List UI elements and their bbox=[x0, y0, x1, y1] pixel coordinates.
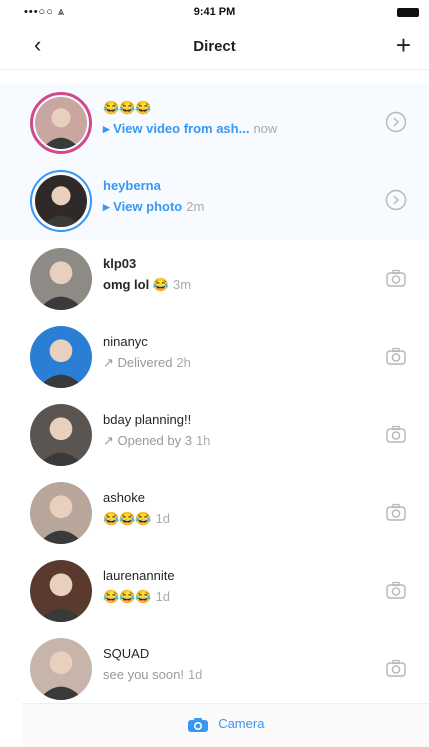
camera-icon[interactable] bbox=[385, 579, 407, 601]
preview-text: 😂😂😂 bbox=[103, 589, 152, 604]
camera-label: Camera bbox=[218, 716, 265, 731]
thread-preview: ▸ View photo 2m bbox=[103, 199, 373, 215]
thread-text: laurenannite 😂😂😂 1d bbox=[103, 568, 373, 605]
thread-text: ashoke 😂😂😂 1d bbox=[103, 490, 373, 527]
thread-text: 😂😂😂 ▸ View video from ash... now bbox=[103, 100, 373, 137]
camera-icon[interactable] bbox=[385, 423, 407, 445]
thread-text: ninanyc ↗ Delivered 2h bbox=[103, 334, 373, 371]
thread-time: 1d bbox=[155, 511, 171, 526]
thread-preview: ↗ Delivered 2h bbox=[103, 355, 373, 371]
preview-text: see you soon! bbox=[103, 667, 184, 682]
avatar[interactable] bbox=[30, 560, 92, 622]
camera-icon[interactable] bbox=[385, 267, 407, 289]
thread-text: heyberna ▸ View photo 2m bbox=[103, 178, 373, 215]
avatar-image bbox=[30, 248, 92, 310]
thread-name: heyberna bbox=[103, 178, 161, 193]
status-bar: •••○○ ⩓ 9:41 PM bbox=[0, 0, 429, 22]
avatar[interactable] bbox=[30, 326, 92, 388]
thread-time: 1h bbox=[195, 433, 211, 448]
thread-preview: see you soon! 1d bbox=[103, 667, 373, 682]
thread-text: klp03 omg lol 😂 3m bbox=[103, 256, 373, 293]
avatar-image bbox=[35, 97, 87, 149]
thread-name: SQUAD bbox=[103, 646, 150, 661]
thread-name: laurenannite bbox=[103, 568, 175, 583]
thread-preview: omg lol 😂 3m bbox=[103, 277, 373, 293]
thread-time: 1d bbox=[155, 589, 171, 604]
camera-icon[interactable] bbox=[385, 345, 407, 367]
thread-time: now bbox=[253, 121, 278, 136]
battery-icon bbox=[397, 8, 419, 17]
new-message-icon[interactable]: + bbox=[396, 32, 411, 58]
thread-name: ninanyc bbox=[103, 334, 148, 349]
thread-row[interactable]: 😂😂😂 ▸ View video from ash... now bbox=[0, 84, 429, 162]
page-title: Direct bbox=[193, 38, 236, 55]
thread-name: ashoke bbox=[103, 490, 145, 505]
thread-row[interactable]: ninanyc ↗ Delivered 2h bbox=[0, 318, 429, 396]
thread-preview: 😂😂😂 1d bbox=[103, 589, 373, 605]
camera-icon bbox=[187, 717, 209, 733]
reply-icon[interactable] bbox=[385, 189, 407, 211]
avatar-image bbox=[30, 404, 92, 466]
thread-preview: 😂😂😂 1d bbox=[103, 511, 373, 527]
thread-name: 😂😂😂 bbox=[103, 100, 152, 115]
nav-bar: ‹ Direct + bbox=[0, 22, 429, 70]
avatar[interactable] bbox=[30, 638, 92, 700]
thread-name: klp03 bbox=[103, 256, 137, 271]
avatar-image bbox=[30, 326, 92, 388]
avatar[interactable] bbox=[30, 404, 92, 466]
thread-text: SQUAD see you soon! 1d bbox=[103, 646, 373, 682]
preview-text: omg lol 😂 bbox=[103, 277, 170, 292]
thread-text: bday planning!! ↗ Opened by 3 1h bbox=[103, 412, 373, 449]
avatar[interactable] bbox=[30, 170, 92, 232]
thread-time: 1d bbox=[187, 667, 203, 682]
thread-preview: ▸ View video from ash... now bbox=[103, 121, 373, 137]
preview-text: ↗ Delivered bbox=[103, 355, 173, 370]
avatar[interactable] bbox=[30, 482, 92, 544]
camera-button[interactable]: Camera bbox=[22, 716, 429, 733]
reply-icon[interactable] bbox=[385, 111, 407, 133]
preview-text: 😂😂😂 bbox=[103, 511, 152, 526]
thread-name: bday planning!! bbox=[103, 412, 192, 427]
preview-text: ▸ View photo bbox=[103, 199, 183, 214]
camera-icon[interactable] bbox=[385, 657, 407, 679]
preview-text: ↗ Opened by 3 bbox=[103, 433, 192, 448]
avatar-image bbox=[35, 175, 87, 227]
thread-row[interactable]: klp03 omg lol 😂 3m bbox=[0, 240, 429, 318]
thread-row[interactable]: laurenannite 😂😂😂 1d bbox=[0, 552, 429, 630]
thread-time: 2h bbox=[176, 355, 191, 370]
thread-row[interactable]: ashoke 😂😂😂 1d bbox=[0, 474, 429, 552]
thread-time: 3m bbox=[173, 277, 192, 292]
thread-row[interactable]: heyberna ▸ View photo 2m bbox=[0, 162, 429, 240]
bottom-bar: Camera bbox=[22, 703, 429, 747]
preview-text: ▸ View video from ash... bbox=[103, 121, 250, 136]
thread-row[interactable]: SQUAD see you soon! 1d bbox=[0, 630, 429, 708]
avatar[interactable] bbox=[30, 248, 92, 310]
avatar-image bbox=[30, 560, 92, 622]
thread-preview: ↗ Opened by 3 1h bbox=[103, 433, 373, 449]
camera-icon[interactable] bbox=[385, 501, 407, 523]
avatar-image bbox=[30, 638, 92, 700]
avatar[interactable] bbox=[30, 92, 92, 154]
avatar-image bbox=[30, 482, 92, 544]
thread-row[interactable]: bday planning!! ↗ Opened by 3 1h bbox=[0, 396, 429, 474]
status-time: 9:41 PM bbox=[193, 6, 236, 18]
thread-time: 2m bbox=[186, 199, 205, 214]
